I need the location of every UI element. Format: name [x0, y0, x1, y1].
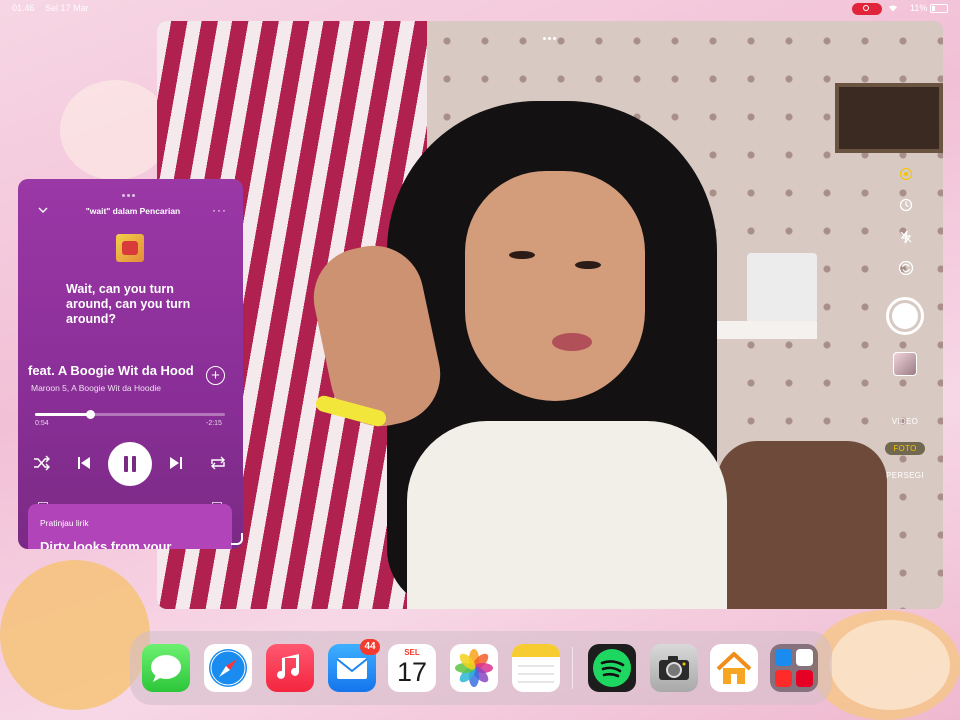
track-title: feat. A Boogie Wit da Hoodie	[28, 363, 193, 378]
camera-viewfinder-box	[747, 253, 817, 323]
mail-badge: 44	[360, 639, 380, 655]
window-grabber[interactable]	[122, 184, 138, 197]
calendar-month: SEL	[404, 648, 420, 657]
add-to-library-button[interactable]: +	[206, 366, 225, 385]
photos-icon	[455, 649, 493, 687]
camera-viewfinder-subject-body	[407, 421, 727, 609]
dock-app-spotify[interactable]	[588, 644, 636, 692]
dock-app-safari[interactable]	[204, 644, 252, 692]
app-store-icon	[775, 649, 792, 666]
messages-icon	[151, 655, 181, 682]
wallpaper-character	[60, 80, 170, 180]
progress-knob[interactable]	[86, 410, 96, 419]
screen-recording-indicator[interactable]	[852, 3, 882, 15]
status-date: Sel 17 Mar	[45, 3, 89, 13]
battery-icon	[930, 4, 948, 13]
dock-app-calendar[interactable]: SEL 17	[388, 644, 436, 692]
lyrics-card-preview: Dirty looks from your	[40, 539, 172, 549]
mode-foto[interactable]: FOTO	[885, 442, 925, 455]
flip-camera-icon[interactable]	[895, 257, 917, 279]
calendar-day: 17	[396, 657, 428, 687]
pinterest-icon	[796, 670, 813, 687]
wallpaper-character	[0, 560, 150, 710]
camera-viewfinder-subject-eye	[509, 251, 535, 259]
remaining-time: -2:15	[206, 420, 222, 427]
safari-icon	[209, 649, 247, 687]
safari-mini-icon	[796, 649, 813, 666]
music-player-window[interactable]: "wait" dalam Pencarian ··· Wait, can you…	[18, 179, 243, 549]
lyrics-card-label: Pratinjau lirik	[40, 518, 89, 528]
notes-icon	[512, 644, 560, 683]
camera-icon	[659, 656, 689, 680]
elapsed-time: 0:54	[35, 420, 49, 427]
window-resize-handle[interactable]	[231, 533, 243, 545]
repeat-icon[interactable]	[208, 453, 228, 473]
wifi-icon	[889, 5, 897, 12]
dock: 44 SEL 17	[130, 631, 832, 705]
youtube-icon	[775, 670, 792, 687]
playback-progress-bar[interactable]	[35, 410, 225, 419]
timer-icon[interactable]	[895, 194, 917, 216]
player-context-title: "wait" dalam Pencarian	[85, 206, 181, 216]
camera-viewfinder-frame	[835, 83, 943, 153]
home-icon	[716, 652, 752, 684]
current-lyric: Wait, can you turn around, can you turn …	[66, 282, 191, 326]
dock-separator	[572, 647, 573, 689]
window-grabber[interactable]	[543, 27, 559, 40]
camera-window[interactable]	[157, 21, 943, 609]
shutter-button[interactable]	[886, 297, 924, 335]
dock-app-library[interactable]	[770, 644, 818, 692]
flash-off-icon[interactable]	[895, 226, 917, 248]
album-art[interactable]	[116, 234, 144, 262]
wallpaper-character	[830, 620, 950, 710]
next-track-icon[interactable]	[166, 453, 186, 473]
pause-button[interactable]	[108, 442, 152, 486]
previous-track-icon[interactable]	[74, 453, 94, 473]
camera-viewfinder-subject-mouth	[552, 333, 592, 351]
mode-video[interactable]: VIDEO	[880, 417, 930, 426]
dock-app-photos[interactable]	[450, 644, 498, 692]
chevron-down-icon[interactable]	[38, 205, 48, 215]
camera-viewfinder-chair	[717, 441, 887, 609]
more-options-icon[interactable]: ···	[212, 203, 227, 217]
last-photo-thumbnail[interactable]	[893, 352, 917, 376]
spotify-icon	[593, 649, 631, 687]
live-photo-icon[interactable]	[895, 163, 917, 185]
lyrics-preview-card[interactable]: Pratinjau lirik Dirty looks from your	[28, 504, 232, 549]
camera-viewfinder-subject-eye	[575, 261, 601, 269]
status-time: 01.46	[12, 3, 35, 13]
progress-fill	[35, 413, 91, 416]
dock-app-home[interactable]	[710, 644, 758, 692]
mode-persegi[interactable]: PERSEGI	[880, 471, 930, 480]
shuffle-icon[interactable]	[32, 453, 52, 473]
dock-app-camera[interactable]	[650, 644, 698, 692]
track-artist[interactable]: Maroon 5, A Boogie Wit da Hoodie	[31, 383, 161, 393]
dock-app-notes[interactable]	[512, 644, 560, 692]
dock-app-music[interactable]	[266, 644, 314, 692]
status-bar: 01.46 Sel 17 Mar 11%	[0, 0, 960, 18]
battery-percentage: 11%	[910, 3, 928, 13]
music-note-icon	[277, 654, 299, 679]
camera-viewfinder-subject-face	[465, 171, 645, 401]
dock-app-messages[interactable]	[142, 644, 190, 692]
